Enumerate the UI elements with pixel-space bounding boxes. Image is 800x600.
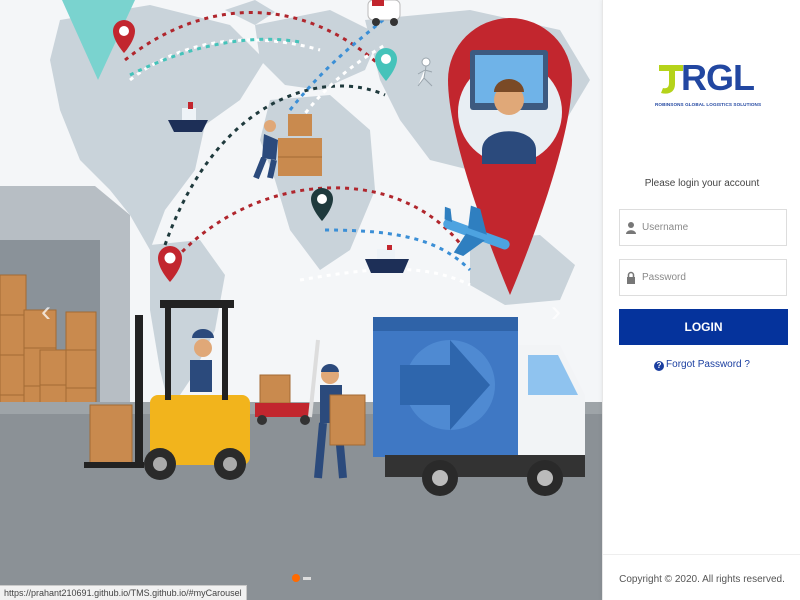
login-panel: RGL ROBINSONS GLOBAL LOGISTICS SOLUTIONS… bbox=[602, 0, 800, 600]
chevron-left-icon: ‹ bbox=[41, 295, 51, 328]
carousel-indicators bbox=[292, 573, 311, 583]
footer-divider bbox=[603, 554, 800, 555]
password-input[interactable] bbox=[642, 260, 782, 295]
carousel-indicator[interactable] bbox=[303, 576, 311, 580]
password-field[interactable] bbox=[619, 259, 787, 296]
logistics-illustration bbox=[0, 0, 602, 600]
login-button[interactable]: LOGIN bbox=[619, 309, 788, 345]
login-prompt: Please login your account bbox=[644, 178, 760, 189]
forgot-password-link[interactable]: ? Forgot Password ? bbox=[603, 359, 800, 371]
user-icon bbox=[626, 222, 636, 234]
username-field[interactable] bbox=[619, 209, 787, 246]
carousel-prev-arrow[interactable]: ‹ bbox=[34, 292, 58, 332]
copyright-text: Copyright © 2020. All rights reserved. bbox=[619, 574, 785, 585]
logo-tagline: ROBINSONS GLOBAL LOGISTICS SOLUTIONS bbox=[655, 102, 762, 107]
status-bar-url: https://prahant210691.github.io/TMS.gith… bbox=[0, 585, 247, 600]
question-circle-icon: ? bbox=[654, 361, 665, 371]
username-input[interactable] bbox=[642, 210, 782, 245]
lock-icon bbox=[627, 271, 635, 284]
carousel-next-arrow[interactable]: › bbox=[544, 292, 568, 332]
carousel-indicator-active[interactable] bbox=[292, 574, 300, 582]
chevron-right-icon: › bbox=[551, 295, 561, 328]
company-logo: RGL ROBINSONS GLOBAL LOGISTICS SOLUTIONS bbox=[655, 57, 761, 112]
logo-text: RGL bbox=[681, 57, 755, 98]
hero-carousel[interactable]: ‹ › https://prahant210691.github.io/TMS.… bbox=[0, 0, 602, 600]
forgot-password-label: Forgot Password ? bbox=[666, 359, 750, 370]
